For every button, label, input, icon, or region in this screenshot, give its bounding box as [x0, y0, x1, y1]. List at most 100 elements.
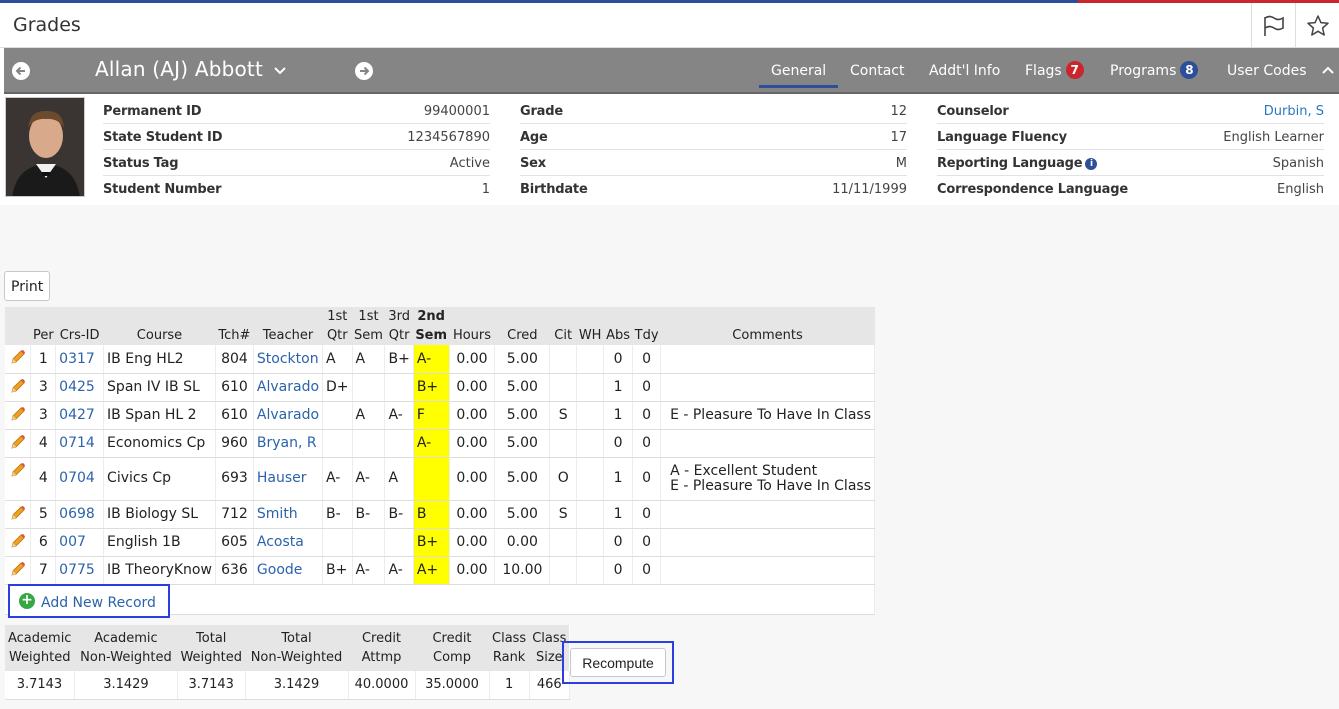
- course-id-link[interactable]: 0317: [55, 345, 105, 374]
- edit-pencil-icon[interactable]: [9, 433, 27, 451]
- cell-credits: 5.00: [494, 429, 551, 458]
- gpa-value-cell: 3.1429: [245, 671, 349, 700]
- info-row-status-tag: Status Tag Active: [103, 150, 490, 176]
- gpa-value-cell: 3.7143: [5, 671, 75, 700]
- edit-pencil-icon[interactable]: [9, 461, 27, 479]
- table-row: 5 0698 IB Biology SL 712 Smith B- B- B- B 0.00 5.0…: [5, 500, 875, 529]
- chevron-up-icon[interactable]: [1321, 65, 1335, 75]
- course-id-link[interactable]: 0425: [55, 373, 105, 402]
- cell-absences: 1: [603, 457, 634, 501]
- print-button[interactable]: Print: [4, 271, 50, 301]
- cell-absences: 1: [603, 401, 634, 430]
- cell-s2: A-: [413, 345, 450, 374]
- cell-work-habits: [576, 556, 605, 585]
- edit-pencil-icon[interactable]: [9, 532, 27, 550]
- gpa-values-row: 3.7143 3.1429 3.7143 3.1429 40.0000 35.0000 1 4…: [5, 671, 570, 700]
- flag-button[interactable]: [1251, 3, 1295, 48]
- gpa-summary-table: Academic Weighted Academic Non-Weighted Tota…: [5, 625, 570, 700]
- gpa-header-cell: Total Weighted: [177, 625, 245, 671]
- cell-course: IB Biology SL: [103, 500, 216, 529]
- info-row-counselor: Counselor Durbin, S: [937, 98, 1324, 124]
- info-icon[interactable]: i: [1085, 158, 1098, 170]
- teacher-link[interactable]: Smith: [253, 500, 324, 529]
- cell-q1: B+: [322, 556, 353, 585]
- cell-period: 4: [30, 457, 57, 501]
- favorite-button[interactable]: [1295, 3, 1339, 48]
- cell-comments: [660, 345, 875, 374]
- cell-q1: [322, 429, 353, 458]
- star-icon: [1306, 14, 1329, 36]
- course-id-link[interactable]: 007: [55, 528, 105, 557]
- cell-teacher-number: 636: [215, 556, 254, 585]
- cell-teacher-number: 712: [215, 500, 254, 529]
- cell-comments: [660, 556, 875, 585]
- edit-pencil-icon[interactable]: [9, 377, 27, 395]
- tab-user-codes[interactable]: User Codes: [1227, 63, 1335, 79]
- recompute-button[interactable]: Recompute: [570, 648, 666, 677]
- teacher-link[interactable]: Stockton: [253, 345, 324, 374]
- gpa-header-cell: Credit Attmp: [348, 625, 415, 671]
- grades-table: Per Crs-ID Course Tch# Teacher 1st Qtr 1s…: [5, 307, 875, 615]
- add-new-record-button[interactable]: + Add New Record: [8, 584, 170, 618]
- cell-s2: B+: [413, 528, 450, 557]
- gpa-header-cell: Total Non-Weighted: [245, 625, 348, 671]
- cell-period: 4: [30, 429, 57, 458]
- table-row: 1 0317 IB Eng HL2 804 Stockton A A B+ A- 0.00 5.00…: [5, 345, 875, 374]
- tab-contact[interactable]: Contact: [850, 63, 904, 79]
- gpa-header-cell: Academic Weighted: [5, 625, 75, 671]
- cell-hours: 0.00: [449, 345, 496, 374]
- table-row: 3 0427 IB Span HL 2 610 Alvarado A A- F 0.00 5.00…: [5, 401, 875, 430]
- edit-pencil-icon[interactable]: [9, 560, 27, 578]
- tab-general[interactable]: General: [759, 63, 839, 88]
- cell-credits: 0.00: [494, 528, 551, 557]
- edit-pencil-icon[interactable]: [9, 504, 27, 522]
- cell-work-habits: [576, 500, 605, 529]
- student-name-dropdown[interactable]: Allan (AJ) Abbott: [95, 57, 287, 81]
- cell-teacher-number: 605: [215, 528, 254, 557]
- teacher-link[interactable]: Alvarado: [253, 373, 324, 402]
- cell-q1: A-: [322, 457, 353, 501]
- cell-tardies: 0: [632, 401, 662, 430]
- student-info-col1: Permanent ID 99400001 State Student ID 123…: [88, 97, 505, 205]
- recompute-highlight: Recompute: [562, 641, 674, 684]
- teacher-link[interactable]: Hauser: [253, 457, 324, 501]
- plus-circle-icon: +: [19, 593, 35, 609]
- edit-pencil-icon[interactable]: [9, 405, 27, 423]
- tab-programs[interactable]: Programs 8: [1110, 61, 1199, 79]
- cell-s2: A-: [413, 429, 450, 458]
- gpa-value-cell: 40.0000: [348, 671, 416, 700]
- course-id-link[interactable]: 0704: [55, 457, 105, 501]
- teacher-link[interactable]: Alvarado: [253, 401, 324, 430]
- teacher-link[interactable]: Goode: [253, 556, 324, 585]
- tab-flags[interactable]: Flags 7: [1025, 61, 1084, 79]
- info-row-correspondence-language: Correspondence Language English: [937, 182, 1324, 197]
- previous-student-icon[interactable]: [12, 62, 30, 80]
- cell-s2: B+: [413, 373, 450, 402]
- course-id-link[interactable]: 0775: [55, 556, 105, 585]
- teacher-link[interactable]: Acosta: [253, 528, 324, 557]
- info-row-grade: Grade 12: [520, 98, 907, 124]
- tab-addtl-info[interactable]: Addt'l Info: [929, 63, 1000, 79]
- cell-teacher-number: 610: [215, 401, 254, 430]
- cell-hours: 0.00: [449, 373, 496, 402]
- cell-q3: A-: [384, 556, 414, 585]
- cell-q1: D+: [322, 373, 353, 402]
- cell-credits: 5.00: [494, 373, 551, 402]
- next-student-icon[interactable]: [355, 62, 373, 80]
- cell-s1: [352, 373, 386, 402]
- student-photo: [5, 97, 85, 197]
- cell-q3: A-: [384, 401, 414, 430]
- cell-q3: [384, 429, 414, 458]
- cell-credits: 5.00: [494, 457, 551, 501]
- cell-s1: [352, 429, 386, 458]
- counselor-link[interactable]: Durbin, S: [1264, 104, 1324, 119]
- gpa-value-cell: 1: [489, 671, 530, 700]
- teacher-link[interactable]: Bryan, R: [253, 429, 324, 458]
- cell-comments: A - Excellent Student E - Pleasure To Hav…: [660, 457, 875, 501]
- edit-pencil-icon[interactable]: [9, 348, 27, 366]
- course-id-link[interactable]: 0427: [55, 401, 105, 430]
- course-id-link[interactable]: 0714: [55, 429, 105, 458]
- cell-comments: [660, 429, 875, 458]
- course-id-link[interactable]: 0698: [55, 500, 105, 529]
- cell-hours: 0.00: [449, 429, 496, 458]
